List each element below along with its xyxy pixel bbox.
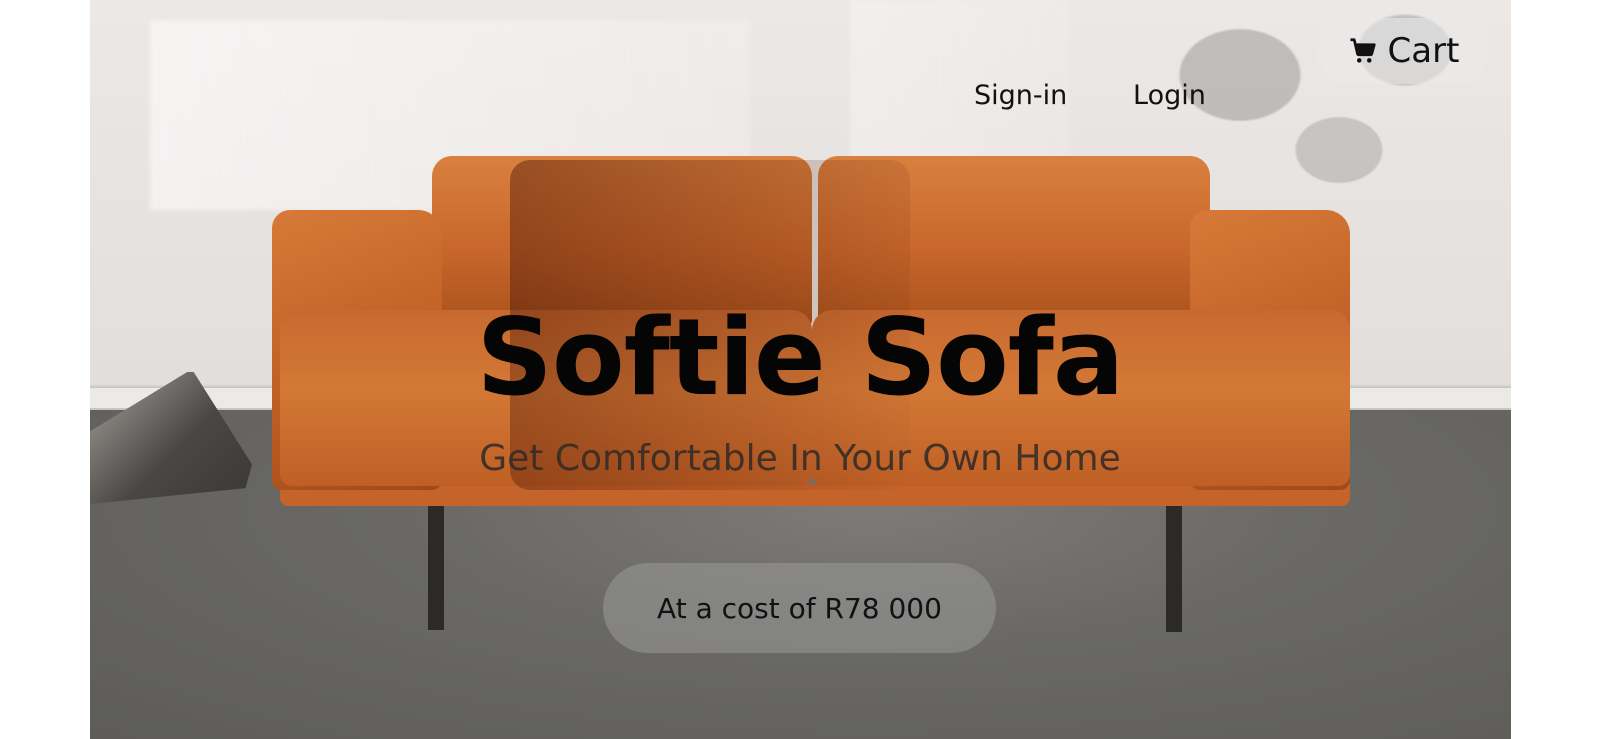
page-title: Softie Sofa <box>476 296 1125 419</box>
login-link[interactable]: Login <box>1133 80 1206 111</box>
price-text: At a cost of R78 000 <box>657 591 942 625</box>
cart-label: Cart <box>1387 31 1460 71</box>
page-subtitle: Get Comfortable In Your Own Home <box>479 438 1121 479</box>
signin-link[interactable]: Sign-in <box>974 80 1067 111</box>
cart-button[interactable]: Cart <box>1317 18 1490 84</box>
sofa-leg <box>428 500 444 630</box>
sofa-leg <box>1166 502 1182 632</box>
price-badge: At a cost of R78 000 <box>603 563 996 653</box>
cart-icon <box>1350 38 1376 63</box>
